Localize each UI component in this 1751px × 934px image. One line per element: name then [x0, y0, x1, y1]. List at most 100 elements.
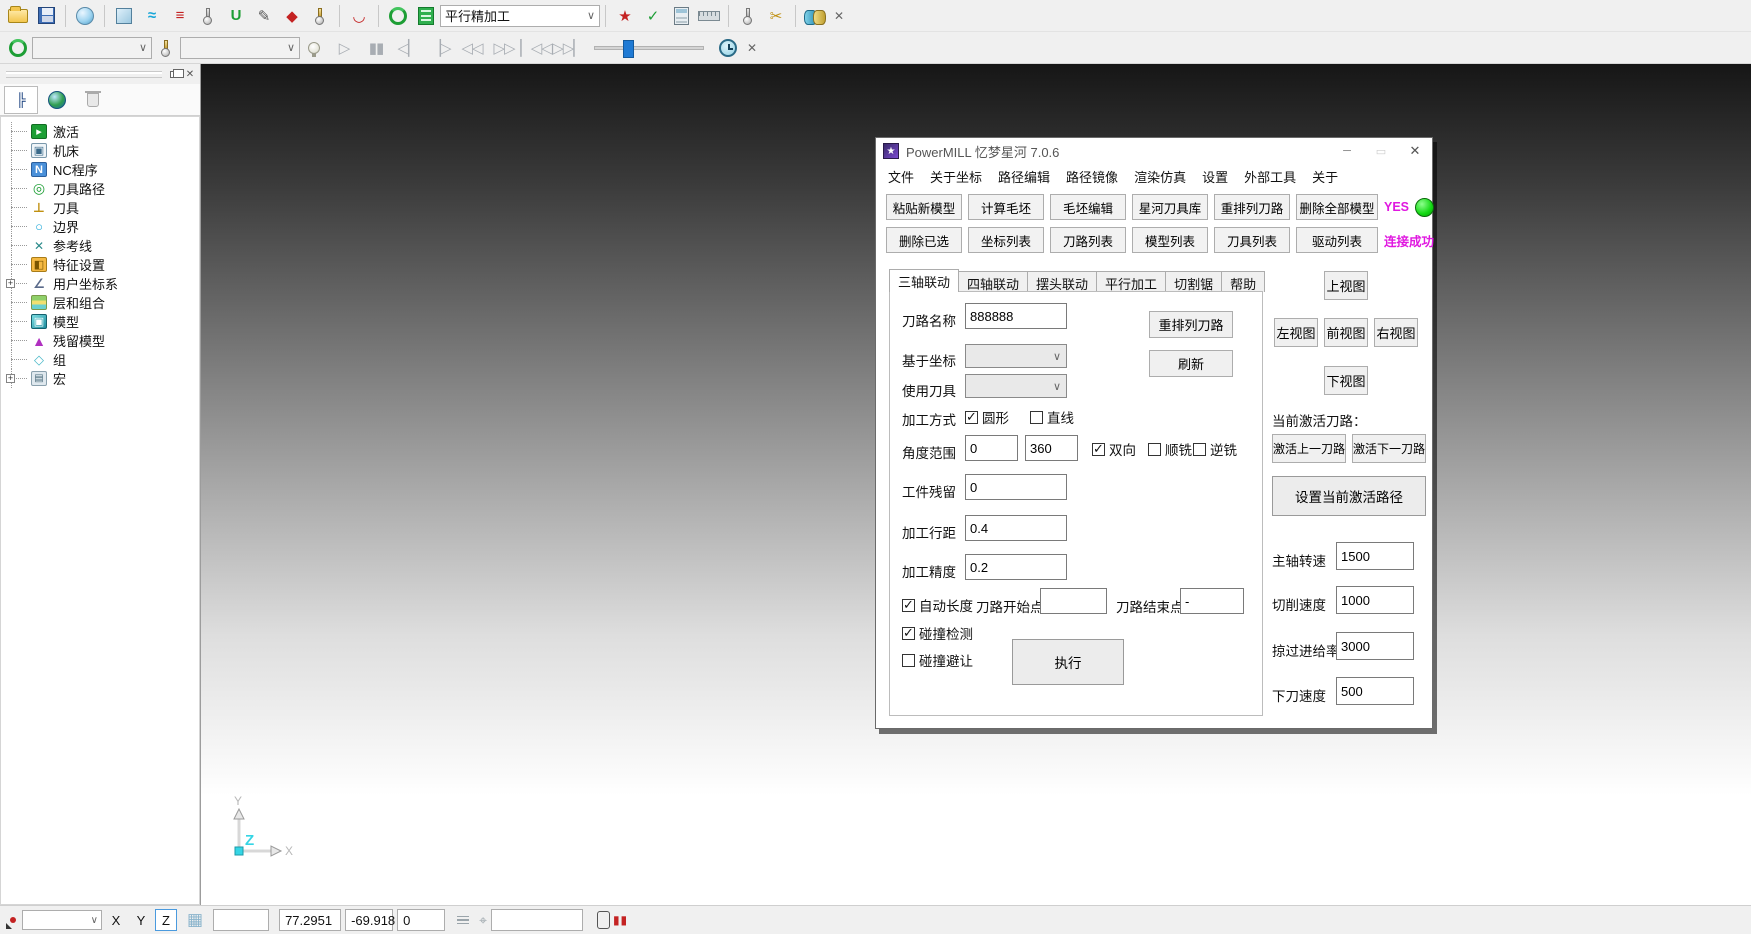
paste-new-model-button[interactable]: 粘贴新模型: [886, 194, 962, 220]
ruler-icon[interactable]: [696, 3, 722, 29]
slider-handle[interactable]: [623, 40, 634, 58]
axis-y-button[interactable]: Y: [130, 909, 152, 931]
drive-list-button[interactable]: 驱动列表: [1296, 227, 1378, 253]
model-list-button[interactable]: 模型列表: [1132, 227, 1208, 253]
skim-feed-input[interactable]: [1336, 632, 1414, 660]
tab-4axis[interactable]: 四轴联动: [958, 271, 1028, 292]
locate-icon[interactable]: ⌖: [479, 912, 487, 929]
menu-file[interactable]: 文件: [880, 164, 922, 189]
tree-item-nc-programs[interactable]: NNC程序: [1, 160, 199, 179]
menu-about[interactable]: 关于: [1304, 164, 1346, 189]
tree-item-feature-sets[interactable]: ◧特征设置: [1, 255, 199, 274]
go-to-start-icon[interactable]: ▏◁◁: [521, 35, 551, 61]
collision-check-icon[interactable]: ◡: [346, 3, 372, 29]
xyz-list-icon[interactable]: [457, 916, 469, 925]
menu-path-mirror[interactable]: 路径镜像: [1058, 164, 1126, 189]
view-right-button[interactable]: 右视图: [1374, 318, 1418, 347]
menu-external-tools[interactable]: 外部工具: [1236, 164, 1304, 189]
axis-z-button[interactable]: Z: [155, 909, 177, 931]
maximize-icon[interactable]: ▭: [1364, 138, 1398, 164]
calculator-icon[interactable]: [668, 3, 694, 29]
float-panel-icon[interactable]: [166, 67, 182, 81]
verify-check-icon[interactable]: ✓: [640, 3, 666, 29]
dialog-titlebar[interactable]: ★ PowerMILL 忆梦星河 7.0.6 ─ ▭ ✕: [876, 138, 1432, 164]
toolpath-list-button[interactable]: 刀路列表: [1050, 227, 1126, 253]
pattern-pencil-icon[interactable]: ✎: [251, 3, 277, 29]
climb-mill-checkbox[interactable]: 顺铣: [1148, 439, 1192, 459]
tab-help[interactable]: 帮助: [1221, 271, 1265, 292]
menu-coords[interactable]: 关于坐标: [922, 164, 990, 189]
refresh-button[interactable]: 刷新: [1149, 350, 1233, 377]
delete-all-models-button[interactable]: 删除全部模型: [1296, 194, 1378, 220]
tab-3axis[interactable]: 三轴联动: [889, 269, 959, 292]
minimize-icon[interactable]: ─: [1330, 138, 1364, 164]
stepover-input[interactable]: [965, 515, 1067, 541]
step-forward-icon[interactable]: ▕▷: [425, 35, 455, 61]
workplane-points-icon[interactable]: ◆: [279, 3, 305, 29]
close-panel-icon[interactable]: ✕: [182, 67, 198, 81]
tree-item-stock-models[interactable]: ▲残留模型: [1, 331, 199, 350]
angle-end-input[interactable]: [1025, 435, 1078, 461]
tool-combobox[interactable]: ∨: [180, 37, 300, 59]
toolpath-pattern-icon[interactable]: ≈: [139, 3, 165, 29]
menu-render-sim[interactable]: 渲染仿真: [1126, 164, 1194, 189]
lightbulb-icon[interactable]: [301, 35, 327, 61]
shaded-view-icon[interactable]: [72, 3, 98, 29]
grid-toggle-icon[interactable]: ▦: [187, 910, 203, 930]
angle-start-input[interactable]: [965, 435, 1018, 461]
save-project-icon[interactable]: [33, 3, 59, 29]
view-left-button[interactable]: 左视图: [1274, 318, 1318, 347]
expand-icon[interactable]: +: [6, 279, 15, 288]
toolpath-spiral-icon[interactable]: [5, 35, 31, 61]
toolpath-spiral-icon[interactable]: [385, 3, 411, 29]
go-to-end-icon[interactable]: ▷▷▏: [553, 35, 583, 61]
boundary-icon[interactable]: U: [223, 3, 249, 29]
tool-icon[interactable]: [195, 3, 221, 29]
line-checkbox[interactable]: 直线: [1030, 407, 1074, 427]
simulation-speed-slider[interactable]: [594, 46, 704, 50]
tree-item-levels-sets[interactable]: 层和组合: [1, 293, 199, 312]
view-front-button[interactable]: 前视图: [1324, 318, 1368, 347]
axis-x-button[interactable]: X: [105, 909, 127, 931]
toolpath-end-input[interactable]: [1180, 588, 1244, 614]
tree-item-groups[interactable]: ◇组: [1, 350, 199, 369]
rearrange-toolpaths-button-2[interactable]: 重排列刀路: [1149, 311, 1233, 338]
tree-item-models[interactable]: ▣模型: [1, 312, 199, 331]
tree-item-activate[interactable]: ▸激活: [1, 122, 199, 141]
tab-tilt-head[interactable]: 摆头联动: [1027, 271, 1097, 292]
tree-item-boundaries[interactable]: ○边界: [1, 217, 199, 236]
spindle-speed-input[interactable]: [1336, 542, 1414, 570]
tool-pair-icon[interactable]: [735, 3, 761, 29]
tab-recycle-bin[interactable]: [76, 86, 110, 114]
tool-database-icon[interactable]: [307, 3, 333, 29]
execute-button[interactable]: 执行: [1012, 639, 1124, 685]
tool-select-icon[interactable]: [153, 35, 179, 61]
view-top-button[interactable]: 上视图: [1324, 271, 1368, 300]
toolpath-combobox[interactable]: ∨: [32, 37, 152, 59]
fast-forward-icon[interactable]: ▷▷: [489, 35, 519, 61]
toolbar-close-icon[interactable]: ✕: [742, 38, 762, 58]
step-back-icon[interactable]: ◁▏: [393, 35, 423, 61]
based-coord-combobox[interactable]: ∨: [965, 344, 1067, 368]
strategy-list-icon[interactable]: [413, 3, 439, 29]
auto-length-checkbox[interactable]: 自动长度: [902, 595, 973, 615]
circle-checkbox[interactable]: 圆形: [965, 407, 1009, 427]
collision-detect-checkbox[interactable]: 碰撞检测: [902, 623, 973, 643]
cylinders-icon[interactable]: [802, 3, 828, 29]
marker-flyout[interactable]: [6, 911, 20, 929]
tree-item-patterns[interactable]: ✕参考线: [1, 236, 199, 255]
delete-selected-button[interactable]: 删除已选: [886, 227, 962, 253]
close-icon[interactable]: ✕: [1398, 138, 1432, 164]
expand-icon[interactable]: +: [6, 374, 15, 383]
level-combobox[interactable]: ∨: [22, 910, 102, 930]
set-active-path-button[interactable]: 设置当前激活路径: [1272, 476, 1426, 516]
open-project-icon[interactable]: [5, 3, 31, 29]
coord-list-button[interactable]: 坐标列表: [968, 227, 1044, 253]
tool-star-icon[interactable]: ★: [612, 3, 638, 29]
calc-block-button[interactable]: 计算毛坯: [968, 194, 1044, 220]
tree-item-toolpaths[interactable]: ◎刀具路径: [1, 179, 199, 198]
tree-item-tools[interactable]: ⊥刀具: [1, 198, 199, 217]
tab-explorer-tree[interactable]: ╠: [4, 86, 38, 114]
collision-avoid-checkbox[interactable]: 碰撞避让: [902, 650, 973, 670]
toolpath-name-input[interactable]: [965, 303, 1067, 329]
